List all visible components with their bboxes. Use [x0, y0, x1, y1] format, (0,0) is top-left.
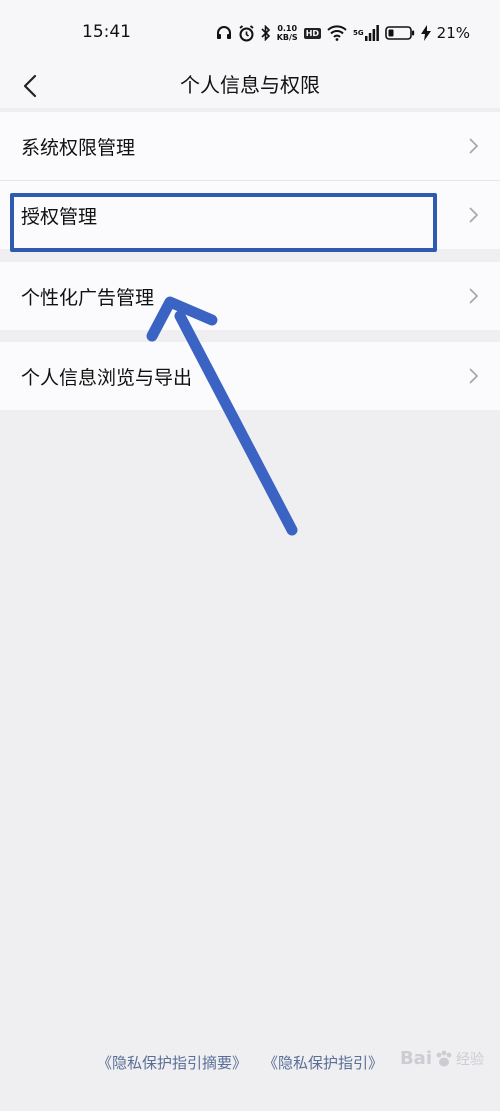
- status-icons: 0.10 KB/S HD 5G 21%: [216, 20, 470, 46]
- bluetooth-icon: [261, 25, 271, 41]
- page-title: 个人信息与权限: [180, 73, 320, 97]
- battery-percent: 21%: [436, 24, 470, 42]
- headphones-icon: [216, 25, 232, 41]
- paw-icon: [436, 1050, 452, 1066]
- net-speed-value: 0.10: [277, 24, 298, 33]
- hd-badge: HD: [303, 27, 322, 39]
- wifi-icon: [327, 25, 347, 41]
- privacy-summary-link[interactable]: 《隐私保护指引摘要》: [97, 1052, 247, 1073]
- chevron-right-icon: [469, 207, 478, 223]
- charging-bolt-icon: [420, 25, 431, 41]
- status-time: 15:41: [82, 22, 131, 42]
- chevron-right-icon: [469, 368, 478, 384]
- chevron-right-icon: [469, 138, 478, 154]
- list-item-personalized-ads[interactable]: 个性化广告管理: [0, 262, 500, 330]
- item-label: 个人信息浏览与导出: [21, 366, 193, 389]
- list-item-system-permissions[interactable]: 系统权限管理: [0, 112, 500, 180]
- item-label: 授权管理: [21, 205, 98, 228]
- watermark-sub: 经验: [456, 1051, 484, 1068]
- privacy-guide-link[interactable]: 《隐私保护指引》: [263, 1052, 383, 1073]
- watermark: Bai 经验: [400, 1048, 484, 1069]
- list-item-authorization[interactable]: 授权管理: [0, 181, 500, 249]
- list-item-personal-info-export[interactable]: 个人信息浏览与导出: [0, 342, 500, 410]
- item-label: 个性化广告管理: [21, 286, 155, 309]
- net-speed-unit: KB/S: [276, 33, 298, 42]
- chevron-right-icon: [469, 288, 478, 304]
- alarm-icon: [238, 24, 255, 42]
- watermark-text: Bai: [399, 1048, 432, 1069]
- battery-icon: [384, 25, 415, 41]
- item-label: 系统权限管理: [21, 136, 136, 159]
- page: 15:41 0.10 KB/S HD 5G 21% 个人信息与权限 系统权限管理…: [0, 0, 500, 1111]
- signal-label: 5G: [353, 29, 364, 37]
- status-bar: 15:41 0.10 KB/S HD 5G 21%: [0, 0, 500, 64]
- nav-bar: 个人信息与权限: [0, 64, 500, 108]
- network-speed: 0.10 KB/S: [277, 24, 298, 42]
- cellular-signal-icon: 5G: [353, 25, 379, 41]
